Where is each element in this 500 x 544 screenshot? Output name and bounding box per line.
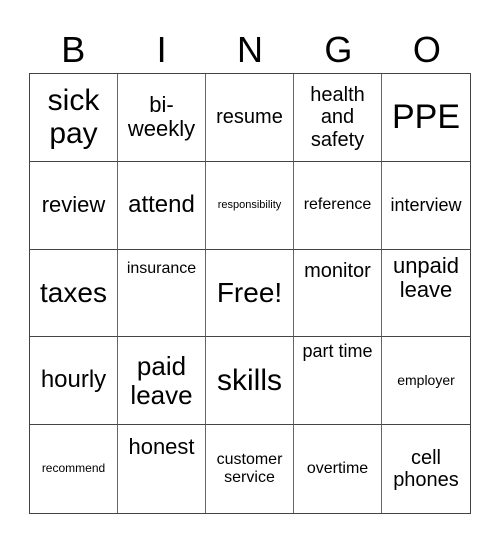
bingo-cell[interactable]: customer service — [206, 425, 294, 513]
bingo-cell[interactable]: review — [30, 161, 118, 250]
bingo-cell[interactable]: PPE — [382, 74, 470, 162]
bingo-cell[interactable]: sick pay — [30, 74, 118, 162]
bingo-cell[interactable]: monitor — [294, 249, 382, 338]
bingo-header: B I N G O — [29, 28, 471, 72]
bingo-cell[interactable]: attend — [118, 161, 206, 250]
header-letter-n: N — [237, 29, 264, 70]
bingo-cell[interactable]: Free! — [206, 249, 294, 338]
bingo-cell[interactable]: overtime — [294, 425, 382, 513]
bingo-cell[interactable]: taxes — [30, 249, 118, 338]
bingo-cell[interactable]: skills — [206, 337, 294, 426]
bingo-cell[interactable]: cell phones — [382, 425, 470, 513]
bingo-cell[interactable]: resume — [206, 74, 294, 162]
bingo-cell[interactable]: employer — [382, 337, 470, 426]
bingo-cell[interactable]: paid leave — [118, 337, 206, 426]
bingo-cell[interactable]: hourly — [30, 337, 118, 426]
header-letter-b: B — [61, 29, 86, 70]
bingo-grid: sick pay bi-weekly resume health and saf… — [29, 73, 471, 514]
bingo-cell[interactable]: reference — [294, 161, 382, 250]
header-letter-i: I — [156, 29, 167, 70]
bingo-cell[interactable]: recommend — [30, 425, 118, 513]
bingo-cell[interactable]: health and safety — [294, 74, 382, 162]
header-letter-o: O — [412, 29, 441, 70]
bingo-cell[interactable]: honest — [118, 425, 206, 513]
bingo-cell[interactable]: bi-weekly — [118, 74, 206, 162]
bingo-cell[interactable]: insurance — [118, 249, 206, 338]
header-letter-g: G — [324, 29, 353, 70]
bingo-cell[interactable]: unpaid leave — [382, 250, 470, 338]
bingo-cell[interactable]: part time — [294, 337, 382, 426]
bingo-cell[interactable]: responsibility — [206, 161, 294, 250]
bingo-cell[interactable]: interview — [382, 162, 470, 250]
